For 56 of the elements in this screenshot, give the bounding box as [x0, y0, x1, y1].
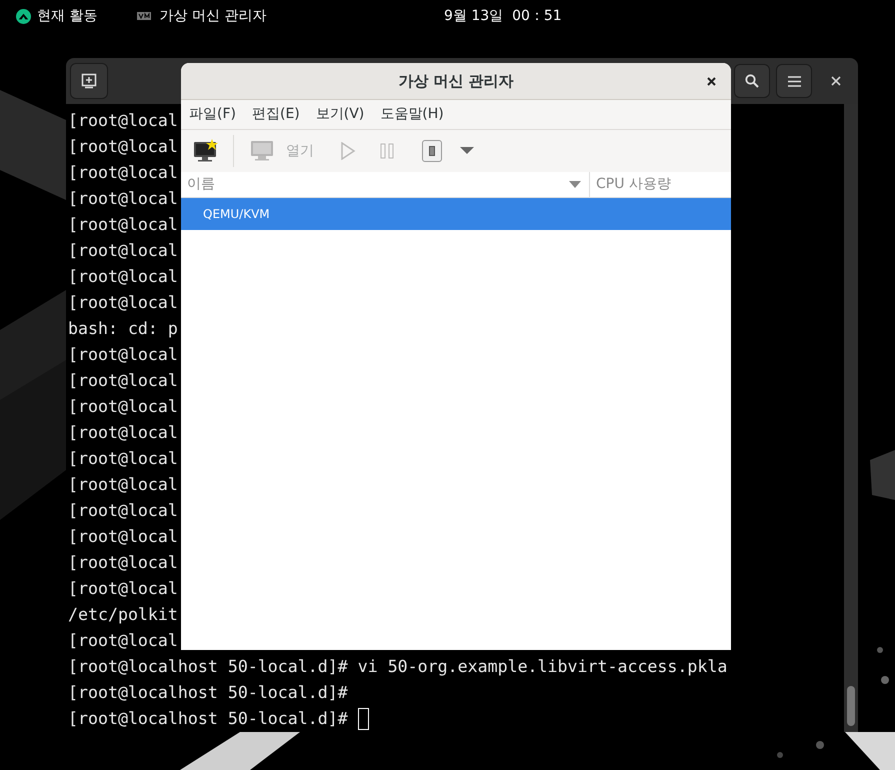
terminal-line: [root@local [68, 292, 178, 314]
terminal-line: [root@localhost 50-local.d]# [68, 682, 348, 704]
new-vm-button[interactable] [193, 138, 219, 164]
terminal-line: /etc/polkit [68, 604, 178, 626]
terminal-line: [root@local [68, 266, 178, 288]
clock[interactable]: 9월 13일 00：51 [444, 6, 562, 27]
terminal-line: [root@local [68, 500, 178, 522]
app-menu-button[interactable]: 가상 머신 관리자 [137, 6, 266, 26]
new-tab-icon [81, 73, 97, 89]
search-button[interactable] [734, 64, 770, 98]
monitor-icon [250, 140, 274, 162]
terminal-line: [root@local [68, 344, 178, 366]
pause-icon [380, 143, 394, 159]
column-header[interactable]: 이름 [181, 172, 590, 197]
terminal-line: [root@local [68, 578, 178, 600]
terminal-line: [root@local [68, 162, 178, 184]
terminal-line: [root@local [68, 474, 178, 496]
menu-item[interactable]: 도움말(H) [380, 104, 444, 125]
terminal-line: [root@local [68, 448, 178, 470]
terminal-line: [root@local [68, 136, 178, 158]
menu-item[interactable]: 보기(V) [316, 104, 364, 125]
close-icon [831, 76, 841, 86]
play-icon [340, 142, 356, 160]
search-icon [745, 74, 759, 88]
terminal-line: [root@local [68, 214, 178, 236]
sort-caret-icon [569, 181, 581, 188]
terminal-line: [root@local [68, 422, 178, 444]
dropdown-button[interactable] [460, 147, 474, 155]
caret-icon [460, 147, 474, 155]
terminal-line: bash: cd: p [68, 318, 178, 340]
monitor-star-icon [193, 139, 219, 163]
terminal-line: [root@localhost 50-local.d]# [68, 708, 349, 730]
scrollbar-thumb[interactable] [847, 686, 855, 726]
menu-button[interactable] [776, 64, 812, 98]
connection-row[interactable]: QEMU/KVM [181, 198, 731, 230]
terminal-line: [root@local [68, 526, 178, 548]
logo-icon [16, 8, 31, 24]
terminal-line: [root@local [68, 396, 178, 418]
terminal-line: [root@local [68, 188, 178, 210]
menu-icon [788, 76, 800, 86]
power-switch-icon [429, 146, 435, 156]
terminal-line: [root@local [68, 110, 178, 132]
terminal-line: [root@localhost 50-local.d]# vi 50-org.example.libvirt-access.pkla [68, 656, 728, 678]
terminal-line: [root@local [68, 240, 178, 262]
menu-item[interactable]: 파일(F) [189, 104, 236, 125]
menu-item[interactable]: 편집(E) [252, 104, 300, 125]
shutdown-button[interactable] [422, 140, 442, 162]
terminal-line: [root@local [68, 552, 178, 574]
new-tab-button[interactable] [70, 63, 108, 99]
terminal-line: [root@local [68, 370, 178, 392]
window-title: 가상 머신 관리자 [398, 70, 514, 92]
terminal-line: [root@local [68, 630, 178, 652]
activities-button[interactable]: 현재 활동 [16, 6, 98, 26]
vm-icon [137, 12, 152, 20]
column-header[interactable]: CPU 사용량 [590, 172, 731, 197]
close-icon [706, 76, 716, 86]
